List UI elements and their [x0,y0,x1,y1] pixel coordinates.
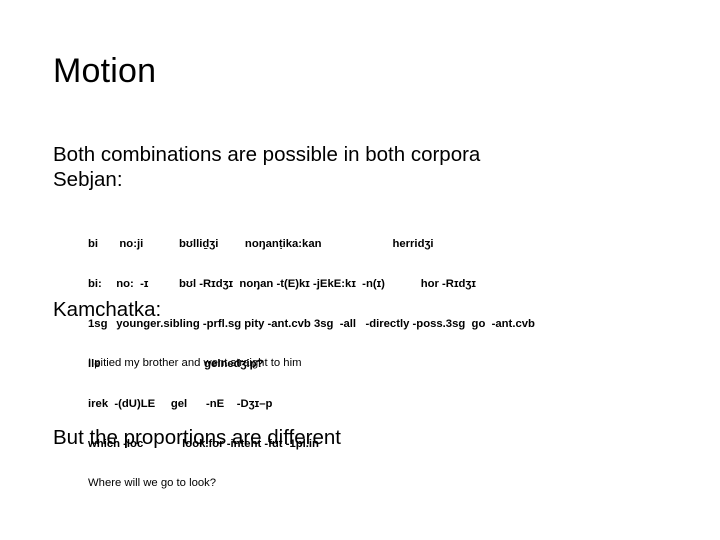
interlinear-gloss-kamchatka: Ile gelnedʒip? irek -(dU)LE gel -nE -Dʒɪ… [88,332,319,517]
gloss-line-translation: Where will we go to look? [88,477,217,490]
body-paragraph-closing: But the proportions are different [53,426,341,449]
body-paragraph-intro-line-1: Both combinations are possible in both c… [53,143,481,166]
page-title: Motion [53,52,157,90]
gloss-line-form: bi no:ji bʊlliḏʒi noŋanṭika:kan herridʒi [88,238,434,251]
gloss-line-segmentation: irek -(dU)LE gel -nE -Dʒɪ–p [88,398,273,411]
gloss-line-segmentation: bi: no: -ɪ bʊl -Rɪdʒɪ noŋan -t(E)kɪ -jEk… [88,278,476,291]
gloss-line-form: Ile gelnedʒip? [88,358,264,371]
body-paragraph-kamchatka-heading: Kamchatka: [53,298,162,321]
slide-canvas: Motion Both combinations are possible in… [0,0,720,540]
body-paragraph-sebjan-heading: Sebjan: [53,168,123,191]
